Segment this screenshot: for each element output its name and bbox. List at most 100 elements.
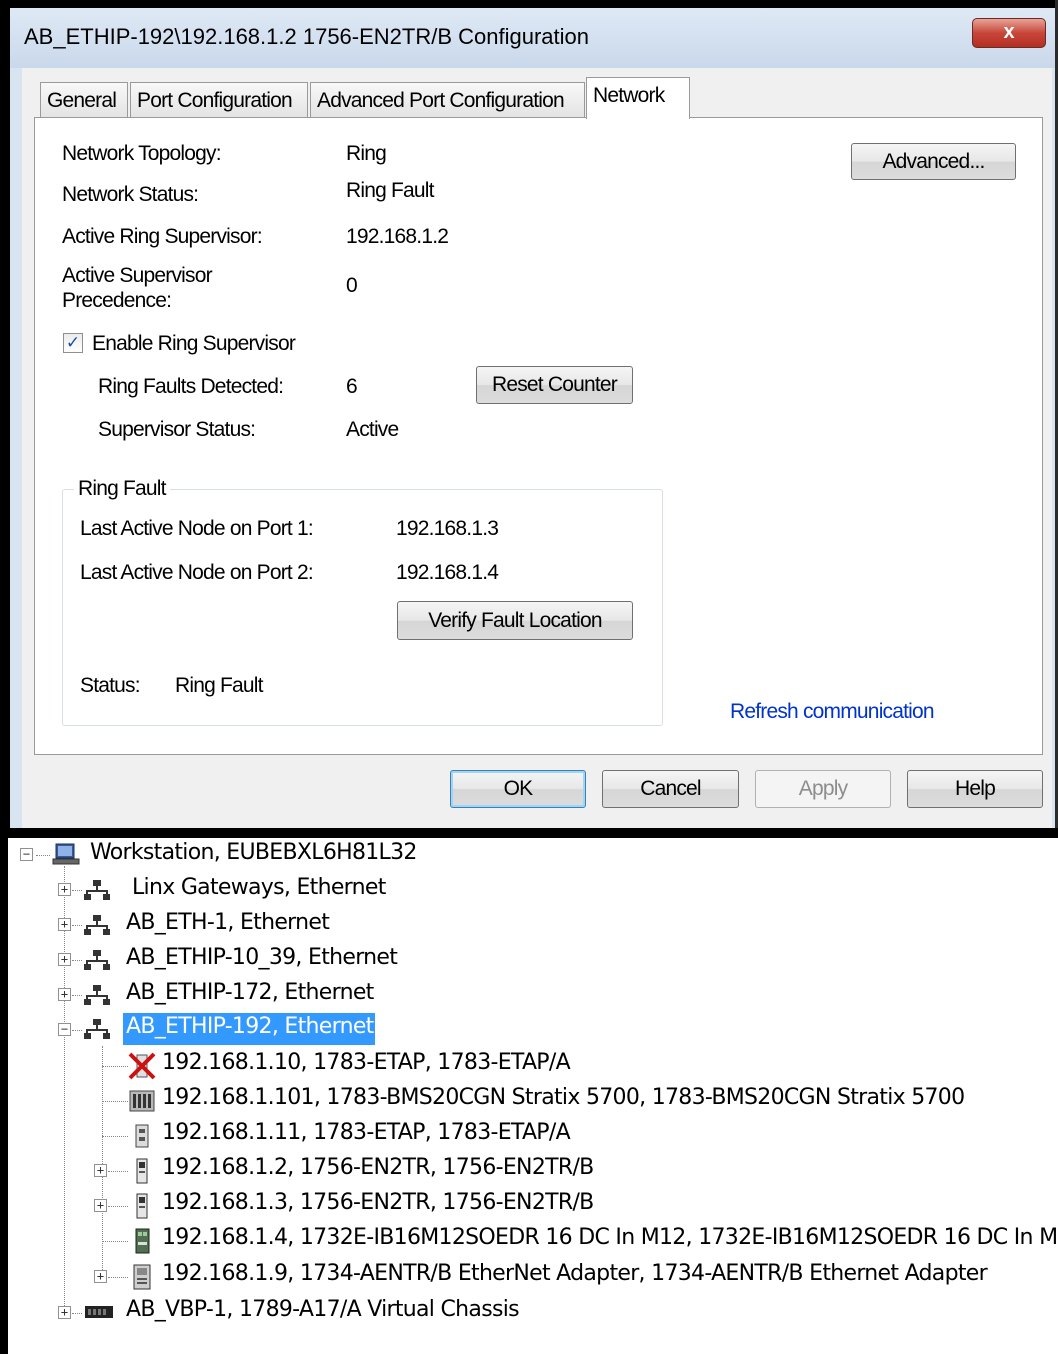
tree-connector (72, 925, 82, 926)
network-status-label: Network Status: (62, 183, 199, 206)
tree-item-label: AB_VBP-1, 1789-A17/A Virtual Chassis (126, 1297, 520, 1322)
tree-device-item[interactable]: 192.168.1.101, 1783-BMS20CGN Stratix 570… (128, 1085, 1048, 1117)
tree-connector (72, 1030, 82, 1031)
collapse-toggle[interactable]: − (20, 848, 33, 861)
computer-icon (52, 843, 80, 865)
tree-connector (102, 1066, 128, 1067)
tab-advanced-port-configuration[interactable]: Advanced Port Configuration (310, 82, 585, 118)
last-active-node-port1-value: 192.168.1.3 (396, 517, 499, 540)
refresh-communication-link[interactable]: Refresh communication (730, 700, 935, 724)
controller-module-icon (136, 1193, 148, 1219)
tree-connector (108, 1277, 128, 1278)
tree-driver-item[interactable]: AB_ETH-1, Ethernet (84, 910, 584, 942)
tree-item-label: 192.168.1.2, 1756-EN2TR, 1756-EN2TR/B (162, 1155, 594, 1180)
io-block-icon (135, 1228, 150, 1254)
active-ring-supervisor-label: Active Ring Supervisor: (62, 225, 263, 248)
virtual-chassis-icon (85, 1306, 113, 1318)
tree-device-item[interactable]: 192.168.1.11, 1783-ETAP, 1783-ETAP/A (128, 1120, 828, 1152)
expand-toggle[interactable]: + (94, 1164, 107, 1177)
supervisor-precedence-label-line1: Active Supervisor (62, 264, 213, 287)
tree-driver-item-selected[interactable]: AB_ETHIP-192, Ethernet (84, 1014, 384, 1046)
tree-device-item[interactable]: 192.168.1.3, 1756-EN2TR, 1756-EN2TR/B (128, 1190, 828, 1222)
tree-connector (102, 1241, 128, 1242)
tree-connector (72, 995, 82, 996)
tree-connector (72, 960, 82, 961)
supervisor-status-value: Active (346, 418, 399, 441)
ring-fault-status-label: Status: (80, 674, 141, 697)
expand-toggle[interactable]: + (94, 1199, 107, 1212)
tree-item-label: 192.168.1.4, 1732E-IB16M12SOEDR 16 DC In… (162, 1225, 1058, 1250)
network-icon (84, 1019, 110, 1039)
tree-item-label: 192.168.1.11, 1783-ETAP, 1783-ETAP/A (162, 1120, 571, 1145)
tree-driver-item[interactable]: AB_ETHIP-172, Ethernet (84, 980, 584, 1012)
apply-button[interactable]: Apply (755, 770, 891, 808)
tree-item-label: 192.168.1.10, 1783-ETAP, 1783-ETAP/A (162, 1050, 571, 1075)
ring-faults-detected-label: Ring Faults Detected: (98, 375, 284, 398)
tree-device-item[interactable]: 192.168.1.10, 1783-ETAP, 1783-ETAP/A (128, 1050, 1028, 1082)
help-button[interactable]: Help (907, 770, 1043, 808)
advanced-button[interactable]: Advanced... (851, 143, 1016, 180)
tree-item-label: Workstation, EUBEBXL6H81L32 (90, 840, 417, 865)
enable-ring-supervisor-checkbox[interactable]: ✓ (63, 333, 83, 353)
tree-connector (108, 1206, 128, 1207)
tree-driver-item[interactable]: AB_ETHIP-10_39, Ethernet (84, 945, 584, 977)
tree-frame-left (0, 830, 8, 1354)
tree-item-label: AB_ETHIP-192, Ethernet (126, 1014, 374, 1039)
last-active-node-port2-value: 192.168.1.4 (396, 561, 499, 584)
switch-icon (129, 1090, 155, 1112)
ring-fault-status-value: Ring Fault (175, 674, 264, 697)
close-icon: x (1003, 21, 1015, 43)
close-button[interactable]: x (972, 18, 1046, 48)
adapter-icon (133, 1264, 151, 1290)
reset-counter-button[interactable]: Reset Counter (476, 366, 633, 404)
dialog-titlebar[interactable]: AB_ETHIP-192\192.168.1.2 1756-EN2TR/B Co… (10, 8, 1055, 68)
expand-toggle[interactable]: + (94, 1270, 107, 1283)
supervisor-precedence-value: 0 (346, 274, 358, 297)
tab-general[interactable]: General (40, 82, 128, 118)
tree-connector (108, 1171, 128, 1172)
tree-root-workstation[interactable]: Workstation, EUBEBXL6H81L32 (52, 840, 1052, 872)
network-topology-label: Network Topology: (62, 142, 222, 165)
controller-module-icon (136, 1158, 148, 1184)
cancel-button[interactable]: Cancel (602, 770, 739, 808)
checkmark-icon: ✓ (65, 333, 81, 352)
tree-item-label: AB_ETHIP-172, Ethernet (126, 980, 374, 1005)
expand-toggle[interactable]: + (58, 883, 71, 896)
last-active-node-port2-label: Last Active Node on Port 2: (80, 561, 314, 584)
collapse-toggle[interactable]: − (58, 1023, 71, 1036)
verify-fault-location-button[interactable]: Verify Fault Location (397, 601, 633, 640)
tree-item-label: 192.168.1.101, 1783-BMS20CGN Stratix 570… (162, 1085, 965, 1110)
tree-item-label: 192.168.1.9, 1734-AENTR/B EtherNet Adapt… (162, 1261, 988, 1286)
tree-connector (72, 1313, 82, 1314)
network-topology-value: Ring (346, 142, 387, 165)
tree-item-label: AB_ETHIP-10_39, Ethernet (126, 945, 398, 970)
tree-device-item[interactable]: 192.168.1.4, 1732E-IB16M12SOEDR 16 DC In… (128, 1225, 1058, 1257)
network-icon (84, 915, 110, 935)
tree-item-label: Linx Gateways, Ethernet (132, 875, 386, 900)
expand-toggle[interactable]: + (58, 953, 71, 966)
tree-device-item[interactable]: 192.168.1.9, 1734-AENTR/B EtherNet Adapt… (128, 1261, 1028, 1293)
tree-connector (102, 1136, 128, 1137)
network-icon (84, 880, 110, 900)
ok-button[interactable]: OK (450, 770, 586, 808)
tap-device-icon (135, 1124, 149, 1148)
dialog-title: AB_ETHIP-192\192.168.1.2 1756-EN2TR/B Co… (24, 24, 589, 49)
ring-fault-legend: Ring Fault (74, 477, 170, 501)
network-icon (84, 985, 110, 1005)
enable-ring-supervisor-label[interactable]: Enable Ring Supervisor (92, 332, 296, 356)
tree-item-label: 192.168.1.3, 1756-EN2TR, 1756-EN2TR/B (162, 1190, 594, 1215)
tree-driver-item[interactable]: AB_VBP-1, 1789-A17/A Virtual Chassis (84, 1297, 684, 1329)
tree-connector (72, 890, 82, 891)
supervisor-status-label: Supervisor Status: (98, 418, 256, 441)
network-icon (84, 950, 110, 970)
tree-connector (102, 1046, 103, 1278)
expand-toggle[interactable]: + (58, 1306, 71, 1319)
tree-device-item[interactable]: 192.168.1.2, 1756-EN2TR, 1756-EN2TR/B (128, 1155, 828, 1187)
active-ring-supervisor-value: 192.168.1.2 (346, 225, 449, 248)
expand-toggle[interactable]: + (58, 918, 71, 931)
tree-driver-item[interactable]: Linx Gateways, Ethernet (84, 875, 584, 907)
tab-network[interactable]: Network (586, 77, 690, 119)
last-active-node-port1-label: Last Active Node on Port 1: (80, 517, 314, 540)
expand-toggle[interactable]: + (58, 988, 71, 1001)
tab-port-configuration[interactable]: Port Configuration (130, 82, 308, 118)
